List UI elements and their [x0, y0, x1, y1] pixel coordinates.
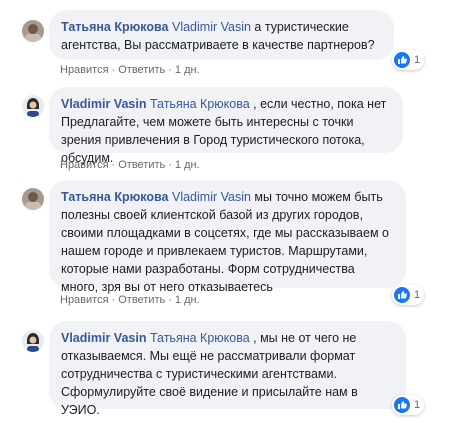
comment-bubble: Татьяна Крюкова Vladimir Vasin мы точно …: [49, 180, 406, 294]
comment-bubble: Vladimir Vasin Татьяна Крюкова , мы не о…: [49, 321, 406, 417]
comment-author[interactable]: Татьяна Крюкова: [61, 20, 169, 34]
reaction-count-value: 1: [414, 289, 421, 301]
comment-author[interactable]: Vladimir Vasin: [61, 331, 146, 345]
avatar[interactable]: [22, 95, 44, 117]
reaction-count-value: 1: [414, 54, 421, 66]
comment-author[interactable]: Vladimir Vasin: [61, 97, 146, 111]
comment-mention[interactable]: Vladimir Vasin: [172, 190, 251, 204]
comment-actions: Нравится · Ответить · 1 дн.: [60, 64, 200, 76]
comment-mention[interactable]: Татьяна Крюкова: [150, 97, 250, 111]
comment-time[interactable]: 1 дн.: [175, 64, 200, 76]
comment-author[interactable]: Татьяна Крюкова: [61, 190, 169, 204]
like-icon: [394, 52, 410, 68]
reply-link[interactable]: Ответить: [118, 159, 165, 171]
comment-actions: Нравится · Ответить · 1 дн.: [60, 159, 200, 171]
comment-mention[interactable]: Татьяна Крюкова: [150, 331, 250, 345]
like-link[interactable]: Нравится: [60, 64, 109, 76]
comment-time[interactable]: 1 дн.: [175, 294, 200, 306]
avatar[interactable]: [22, 20, 44, 42]
like-link[interactable]: Нравится: [60, 294, 109, 306]
comment-time[interactable]: 1 дн.: [175, 159, 200, 171]
comment-actions: Нравится · Ответить · 1 дн.: [60, 294, 200, 306]
reaction-count[interactable]: 1: [392, 285, 425, 305]
comment-text: мы точно можем быть полезны своей клиент…: [61, 190, 389, 294]
like-link[interactable]: Нравится: [60, 159, 109, 171]
reaction-count-value: 1: [414, 399, 421, 411]
like-icon: [394, 397, 410, 413]
avatar[interactable]: [22, 330, 44, 352]
like-icon: [394, 287, 410, 303]
comment-bubble: Татьяна Крюкова Vladimir Vasin а туристи…: [49, 10, 394, 60]
comment-bubble: Vladimir Vasin Татьяна Крюкова , если че…: [49, 87, 403, 165]
avatar[interactable]: [22, 188, 44, 210]
reply-link[interactable]: Ответить: [118, 294, 165, 306]
reaction-count[interactable]: 1: [392, 395, 425, 415]
reply-link[interactable]: Ответить: [118, 64, 165, 76]
comment-mention[interactable]: Vladimir Vasin: [172, 20, 251, 34]
reaction-count[interactable]: 1: [392, 50, 425, 70]
